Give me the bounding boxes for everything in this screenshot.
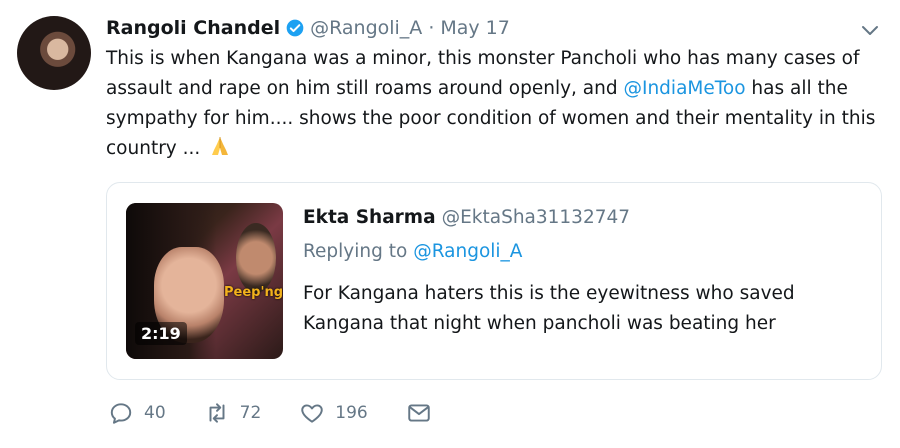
chevron-down-icon[interactable]: [858, 18, 882, 42]
replying-to-handle[interactable]: @Rangoli_A: [413, 241, 522, 262]
retweet-icon: [209, 403, 225, 423]
video-thumbnail[interactable]: Peep'ng 2:19: [126, 203, 283, 359]
quoted-header: Ekta Sharma @EktaSha31132747: [303, 207, 630, 228]
folded-hands-emoji-icon: [212, 137, 229, 155]
verified-badge-icon: [286, 19, 304, 37]
tweet-header: Rangoli Chandel @Rangoli_A · May 17: [106, 14, 510, 42]
envelope-icon: [408, 404, 430, 422]
quoted-author-name[interactable]: Ekta Sharma: [303, 207, 436, 228]
heart-icon: [301, 404, 323, 423]
author-handle[interactable]: @Rangoli_A: [310, 17, 422, 39]
retweet-count: 72: [239, 403, 262, 423]
tweet-text: This is when Kangana was a minor, this m…: [106, 44, 886, 164]
author-name[interactable]: Rangoli Chandel: [106, 17, 280, 39]
reply-button[interactable]: 40: [108, 400, 166, 426]
mention-link[interactable]: @IndiaMeToo: [624, 78, 746, 99]
retweet-button[interactable]: 72: [204, 400, 262, 426]
reply-icon: [110, 403, 132, 424]
quoted-text: For Kangana haters this is the eyewitnes…: [303, 283, 795, 334]
like-count: 196: [335, 403, 368, 423]
separator-dot: ·: [428, 17, 435, 39]
replying-prefix: Replying to: [303, 241, 414, 262]
like-button[interactable]: 196: [299, 400, 368, 426]
tweet-date[interactable]: May 17: [440, 17, 510, 39]
direct-message-button[interactable]: [406, 400, 432, 426]
avatar[interactable]: [17, 16, 91, 90]
quoted-tweet[interactable]: Peep'ng 2:19 Ekta Sharma @EktaSha31132747…: [106, 182, 882, 380]
tweet-actions: 40 72 196: [108, 398, 470, 428]
reply-count: 40: [144, 403, 166, 423]
tweet-card: Rangoli Chandel @Rangoli_A · May 17 This…: [0, 0, 900, 448]
quoted-author-handle[interactable]: @EktaSha31132747: [442, 207, 630, 228]
replying-to: Replying to @Rangoli_A: [303, 241, 522, 262]
thumbnail-logo: Peep'ng: [224, 285, 283, 300]
video-duration: 2:19: [135, 322, 187, 345]
